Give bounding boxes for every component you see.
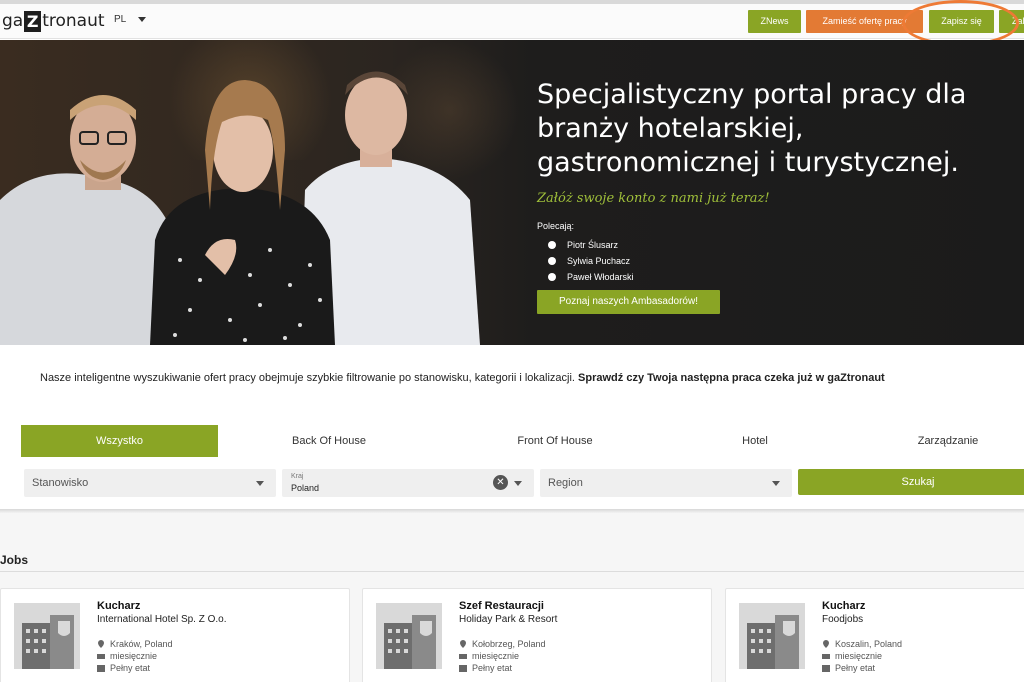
country-value: Poland [291,483,320,493]
job-type: Pełny etat [459,663,512,673]
logo-z-mark: Z [24,10,42,32]
ambassador-item: Piotr Ślusarz [548,237,634,253]
chevron-down-icon [772,481,780,486]
job-title[interactable]: Kucharz [97,600,140,612]
company-building-icon [376,603,442,669]
hero-tagline: Załóż swoje konto z nami już teraz! [537,191,770,206]
job-location: Kołobrzeg, Poland [459,639,546,649]
meet-ambassadors-button[interactable]: Poznaj naszych Ambasadorów! [537,290,720,314]
chevron-down-icon [138,17,147,22]
calendar-icon [822,664,830,672]
location-pin-icon [822,640,830,648]
clear-icon[interactable]: ✕ [493,475,508,490]
country-select[interactable]: Kraj Poland ✕ [282,469,534,497]
ambassador-item: Sylwia Puchacz [548,253,634,269]
bullet-icon [548,241,556,249]
intro-bold-text: Sprawdź czy Twoja następna praca czeka j… [578,372,885,384]
location-pin-icon [97,640,105,648]
top-navbar: ga Ztronaut PL ZNews Zamieść ofertę pracy… [0,4,1024,39]
job-type-text: Pełny etat [110,663,151,673]
ambassador-name: Piotr Ślusarz [567,240,619,250]
bullet-icon [548,273,556,281]
tab-management[interactable]: Zarządzanie [848,425,1024,457]
category-tabs: Wszystko Back Of House Front Of House Ho… [0,425,1024,457]
job-location: Koszalin, Poland [822,639,902,649]
job-salary-text: miesięcznie [110,651,158,661]
job-type: Pełny etat [97,663,150,673]
job-type: Pełny etat [822,663,875,673]
job-salary-text: miesięcznie [472,651,520,661]
company-building-icon [739,603,805,669]
job-type-text: Pełny etat [835,663,876,673]
job-location-text: Koszalin, Poland [835,639,903,649]
ambassadors-photo [0,71,480,345]
hero-banner: Specjalistyczny portal pracy dla branży … [0,40,1024,345]
job-location-text: Kołobrzeg, Poland [472,639,546,649]
job-salary: miesięcznie [97,651,157,661]
job-location: Kraków, Poland [97,639,173,649]
language-code: PL [114,14,127,25]
job-card[interactable]: Kucharz Foodjobs Koszalin, Poland miesię… [725,588,1024,682]
chevron-down-icon [256,481,264,486]
znews-button[interactable]: ZNews [748,10,801,33]
job-card[interactable]: Szef Restauracji Holiday Park & Resort K… [362,588,712,682]
post-job-offer-button[interactable]: Zamieść ofertę pracy [806,10,923,33]
logo-text-post: tronaut [42,11,105,31]
bullet-icon [548,257,556,265]
language-selector[interactable]: PL [114,14,147,25]
tab-front-of-house[interactable]: Front Of House [455,425,655,457]
jobs-divider [0,571,1024,572]
job-salary-text: miesięcznie [835,651,883,661]
ambassador-item: Paweł Włodarski [548,269,634,285]
tab-all[interactable]: Wszystko [21,425,218,457]
tab-back-of-house[interactable]: Back Of House [229,425,429,457]
search-intro-text: Nasze inteligentne wyszukiwanie ofert pr… [40,372,885,384]
job-type-text: Pełny etat [472,663,513,673]
recommend-label: Polecają: [537,221,575,231]
location-pin-icon [459,640,467,648]
job-card[interactable]: Kucharz International Hotel Sp. Z O.o. K… [0,588,350,682]
money-icon [97,652,105,660]
company-building-icon [14,603,80,669]
login-button[interactable]: Zal [999,10,1024,33]
job-company: Holiday Park & Resort [459,614,558,625]
logo-text-pre: ga [2,11,24,31]
job-title[interactable]: Szef Restauracji [459,600,544,612]
job-company: Foodjobs [822,614,864,625]
hero-title: Specjalistyczny portal pracy dla branży … [537,79,967,178]
job-company: International Hotel Sp. Z O.o. [97,614,227,625]
search-button[interactable]: Szukaj [798,469,1024,495]
ambassador-name: Sylwia Puchacz [567,256,631,266]
job-location-text: Kraków, Poland [110,639,173,649]
region-select[interactable]: Region [540,469,792,497]
money-icon [822,652,830,660]
country-label: Kraj [291,473,304,480]
intro-text: Nasze inteligentne wyszukiwanie ofert pr… [40,372,575,384]
region-placeholder: Region [548,477,583,489]
position-placeholder: Stanowisko [32,477,89,489]
position-select[interactable]: Stanowisko [24,469,276,497]
job-salary: miesięcznie [459,651,519,661]
ambassador-name: Paweł Włodarski [567,272,634,282]
signup-button[interactable]: Zapisz się [929,10,994,33]
money-icon [459,652,467,660]
chevron-down-icon [514,481,522,486]
job-salary: miesięcznie [822,651,882,661]
jobs-heading: Jobs [0,553,29,567]
calendar-icon [459,664,467,672]
tab-hotel[interactable]: Hotel [655,425,855,457]
job-title[interactable]: Kucharz [822,600,865,612]
ambassador-list: Piotr Ślusarz Sylwia Puchacz Paweł Włoda… [548,237,634,285]
site-logo[interactable]: ga Ztronaut [2,10,105,32]
calendar-icon [97,664,105,672]
